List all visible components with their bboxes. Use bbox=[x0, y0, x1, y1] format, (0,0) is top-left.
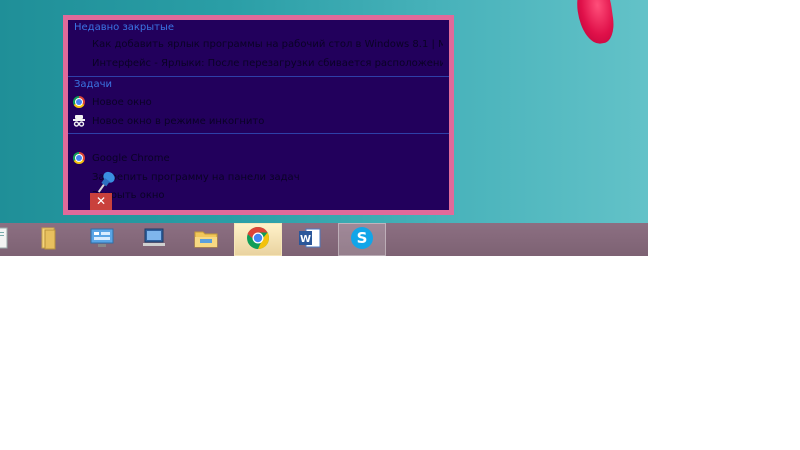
divider bbox=[68, 76, 449, 77]
svg-text:S: S bbox=[357, 229, 368, 247]
taskbar-computer[interactable] bbox=[130, 223, 178, 256]
taskbar-control-panel[interactable] bbox=[78, 223, 126, 256]
recent-item-label: Как добавить ярлык программы на рабочий … bbox=[92, 38, 443, 50]
recent-item-label: Интерфейс - Ярлыки: После перезагрузки с… bbox=[92, 57, 443, 69]
taskbar-file-explorer[interactable] bbox=[182, 223, 230, 256]
screen: Недавно закрытые Как добавить ярлык прог… bbox=[0, 0, 648, 256]
control-panel-icon bbox=[88, 226, 116, 254]
divider bbox=[68, 133, 449, 134]
taskbar-word[interactable]: W bbox=[286, 223, 334, 256]
close-window[interactable]: Закрыть окно bbox=[72, 187, 443, 203]
page-icon bbox=[72, 37, 86, 51]
recent-item[interactable]: Интерфейс - Ярлыки: После перезагрузки с… bbox=[72, 55, 443, 71]
taskbar-libraries[interactable] bbox=[25, 223, 73, 256]
pin-label: Закрепить программу на панели задач bbox=[92, 171, 300, 183]
chrome-icon bbox=[245, 225, 271, 255]
jump-list-body: Недавно закрытые Как добавить ярлык прог… bbox=[68, 20, 449, 210]
taskbar-document[interactable] bbox=[0, 223, 24, 256]
task-label: Новое окно в режиме инкогнито bbox=[92, 115, 265, 127]
taskbar: W S bbox=[0, 223, 648, 256]
file-explorer-icon bbox=[192, 226, 220, 254]
taskbar-skype[interactable]: S bbox=[338, 223, 386, 256]
recent-header: Недавно закрытые bbox=[74, 22, 175, 33]
chrome-jump-list: Недавно закрытые Как добавить ярлык прог… bbox=[63, 15, 454, 215]
task-new-window[interactable]: Новое окно bbox=[72, 94, 443, 110]
app-google-chrome[interactable]: Google Chrome bbox=[72, 150, 443, 166]
task-new-incognito-window[interactable]: Новое окно в режиме инкогнито bbox=[72, 113, 443, 129]
chrome-icon bbox=[72, 95, 86, 109]
word-icon: W bbox=[296, 226, 324, 254]
page-icon bbox=[72, 56, 86, 70]
pin-to-taskbar[interactable]: Закрепить программу на панели задач bbox=[72, 169, 443, 185]
computer-icon bbox=[140, 226, 168, 254]
close-icon bbox=[72, 188, 86, 202]
recent-item[interactable]: Как добавить ярлык программы на рабочий … bbox=[72, 36, 443, 52]
chrome-icon bbox=[72, 151, 86, 165]
incognito-icon bbox=[72, 114, 86, 128]
skype-icon: S bbox=[349, 225, 375, 255]
taskbar-chrome[interactable] bbox=[234, 223, 282, 256]
svg-text:W: W bbox=[300, 234, 311, 245]
folder-library-icon bbox=[37, 225, 61, 255]
tasks-header: Задачи bbox=[74, 79, 112, 90]
app-label: Google Chrome bbox=[92, 152, 170, 164]
task-label: Новое окно bbox=[92, 96, 152, 108]
document-icon bbox=[0, 226, 10, 254]
wallpaper-flower bbox=[573, 0, 617, 47]
pin-icon bbox=[72, 170, 86, 184]
close-overlay-icon: ✕ bbox=[90, 193, 112, 210]
